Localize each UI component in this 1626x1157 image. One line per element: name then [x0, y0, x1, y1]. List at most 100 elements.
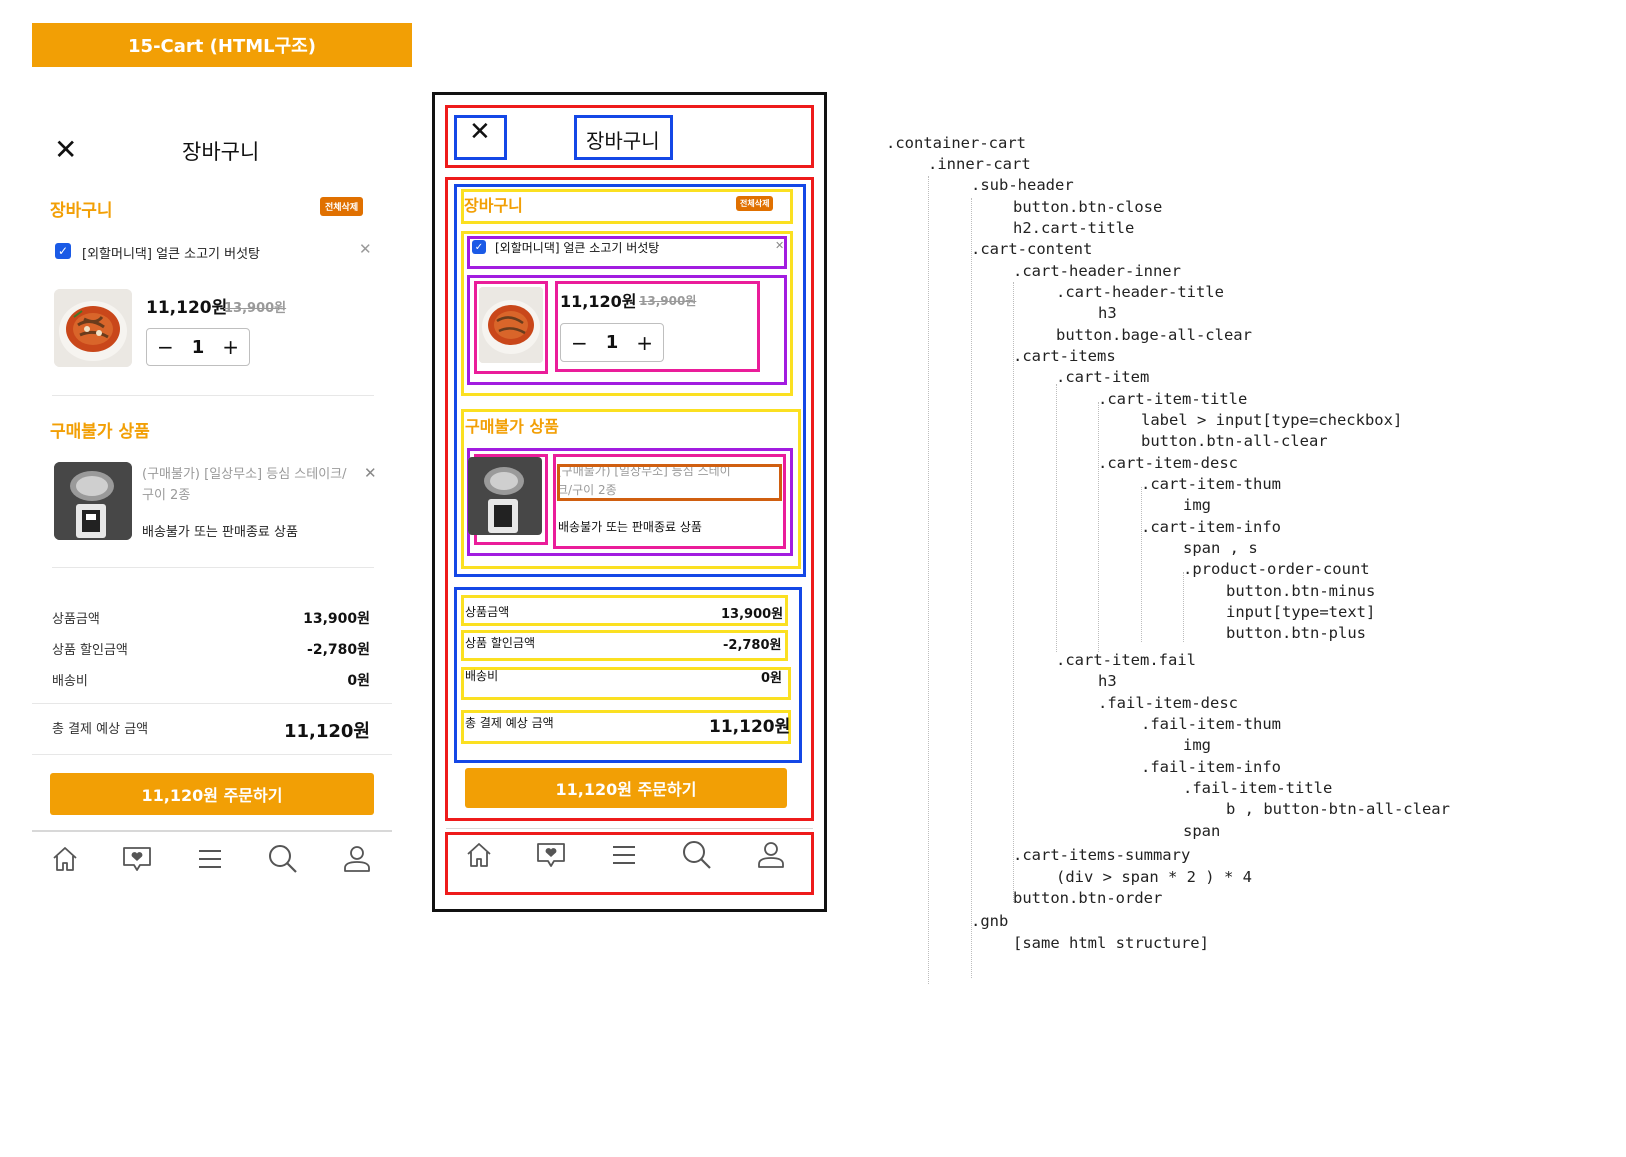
indent-guide [1098, 402, 1099, 652]
wire-summary-label: 상품 할인금액 [465, 636, 536, 650]
indent-guide [1183, 572, 1184, 642]
total-label: 총 결제 예상 금액 [52, 722, 149, 737]
cart-item-thumbnail [54, 289, 132, 367]
plus-button[interactable]: + [222, 335, 239, 359]
wire-summary-row [461, 667, 791, 700]
code-line: img [1183, 736, 1211, 754]
code-line: h3 [1098, 672, 1117, 690]
cart-item-name: [외할머니댁] 얼큰 소고기 버섯탕 [82, 247, 261, 262]
code-line: .inner-cart [928, 155, 1031, 173]
summary-label: 배송비 [52, 674, 88, 689]
code-line: [same html structure] [1013, 934, 1209, 952]
code-line: h3 [1098, 304, 1117, 322]
code-line: .product-order-count [1183, 560, 1370, 578]
code-line: img [1183, 496, 1211, 514]
code-line: .cart-item-thum [1141, 475, 1281, 493]
page-banner: 15-Cart (HTML구조) [32, 23, 412, 67]
wire-summary-value: -2,780원 [723, 638, 782, 653]
wire-summary-label: 상품금액 [465, 605, 510, 619]
indent-guide [971, 198, 972, 978]
wire-order-count: − 1 + [560, 323, 664, 362]
code-line: .cart-items [1013, 347, 1116, 365]
wire-gnb-divider [446, 828, 813, 829]
code-line: .cart-item-info [1141, 518, 1281, 536]
indent-guide [1141, 487, 1142, 642]
code-line: .gnb [971, 912, 1009, 930]
divider [32, 754, 392, 755]
cart-item-price: 11,120원 [146, 298, 228, 318]
wishlist-heart-icon[interactable] [121, 844, 153, 874]
wire-remove-icon: ✕ [775, 239, 785, 252]
wire-total-value: 11,120원 [709, 717, 791, 737]
user-icon[interactable] [342, 844, 372, 874]
code-line: button.btn-close [1013, 198, 1163, 216]
wire-menu-icon [610, 842, 638, 872]
wire-item-original-price: 13,900원 [639, 294, 697, 308]
wire-search-icon [680, 838, 714, 876]
cart-mockup: ✕ 장바구니 장바구니 전체삭제 ✓ [외할머니댁] 얼큰 소고기 버섯탕 ✕ … [32, 100, 412, 940]
divider [52, 395, 374, 396]
summary-label: 상품 할인금액 [52, 643, 128, 658]
remove-fail-item-icon[interactable]: ✕ [364, 464, 377, 482]
code-line: button.bage-all-clear [1056, 326, 1252, 344]
structure-wireframe: ✕ 장바구니 장바구니 전체삭제 ✓ [외할머니댁] 얼큰 소고기 버섯탕 ✕ … [432, 92, 827, 912]
menu-icon[interactable] [196, 846, 224, 872]
wire-clear-badge: 전체삭제 [736, 196, 774, 211]
code-line: .fail-item-thum [1141, 715, 1281, 733]
code-line: .cart-item-desc [1098, 454, 1238, 472]
code-line: .cart-item [1056, 368, 1150, 386]
code-line: (div > span * 2 ) * 4 [1056, 868, 1252, 886]
wire-order-button: 11,120원 주문하기 [465, 768, 787, 808]
summary-label: 상품금액 [52, 612, 100, 627]
fail-section-title: 구매불가 상품 [50, 422, 150, 442]
summary-value: 0원 [347, 673, 370, 689]
cart-title: 장바구니 [182, 140, 260, 164]
code-line: label > input[type=checkbox] [1141, 411, 1403, 429]
wire-item-name: [외할머니댁] 얼큰 소고기 버섯탕 [495, 241, 660, 255]
wire-cart-header-title: 장바구니 [464, 196, 523, 215]
wire-home-icon [464, 840, 494, 874]
item-checkbox[interactable]: ✓ [55, 243, 71, 259]
code-line: h2.cart-title [1013, 219, 1135, 237]
code-line: b , button-btn-all-clear [1226, 800, 1450, 818]
code-line: .sub-header [971, 176, 1074, 194]
wire-item-price: 11,120원 [560, 292, 637, 311]
wire-checkbox: ✓ [472, 240, 486, 254]
code-line: .cart-content [971, 240, 1093, 258]
wire-cart-title-text: 장바구니 [586, 129, 660, 153]
wire-item-thumbnail [479, 287, 543, 363]
product-order-count: − 1 + [146, 328, 250, 366]
total-value: 11,120원 [283, 721, 370, 742]
indent-guide [1056, 384, 1057, 652]
code-line: .cart-item.fail [1056, 651, 1196, 669]
code-line: .cart-item-title [1098, 390, 1248, 408]
fail-item-status: 배송불가 또는 판매종료 상품 [142, 525, 298, 540]
minus-button[interactable]: − [157, 335, 174, 359]
remove-item-icon[interactable]: ✕ [359, 240, 372, 258]
home-icon[interactable] [50, 844, 80, 874]
wire-fail-thumbnail [468, 457, 542, 535]
wire-fail-status: 배송불가 또는 판매종료 상품 [558, 520, 702, 534]
wire-total-label: 총 결제 예상 금액 [465, 716, 554, 730]
code-line: span [1183, 822, 1221, 840]
code-line: .fail-item-info [1141, 758, 1281, 776]
cart-section-title: 장바구니 [50, 201, 113, 221]
quantity-input[interactable]: 1 [192, 337, 205, 358]
close-button[interactable]: ✕ [54, 136, 77, 164]
code-line: .cart-header-title [1056, 283, 1224, 301]
clear-all-badge[interactable]: 전체삭제 [320, 197, 364, 216]
code-line: .cart-header-inner [1013, 262, 1181, 280]
code-line: input[type=text] [1226, 603, 1376, 621]
divider [52, 567, 374, 568]
wire-summary-label: 배송비 [465, 669, 499, 683]
code-line: .fail-item-desc [1098, 694, 1238, 712]
wire-close-glyph: ✕ [469, 117, 491, 147]
wire-summary-value: 0원 [761, 671, 783, 686]
indent-guide [928, 176, 929, 984]
code-line: button.btn-all-clear [1141, 432, 1328, 450]
summary-value: 13,900원 [303, 611, 370, 627]
order-button[interactable]: 11,120원 주문하기 [50, 773, 374, 815]
gnb-divider [32, 830, 392, 832]
code-line: button.btn-minus [1226, 582, 1376, 600]
search-icon[interactable] [266, 842, 300, 876]
